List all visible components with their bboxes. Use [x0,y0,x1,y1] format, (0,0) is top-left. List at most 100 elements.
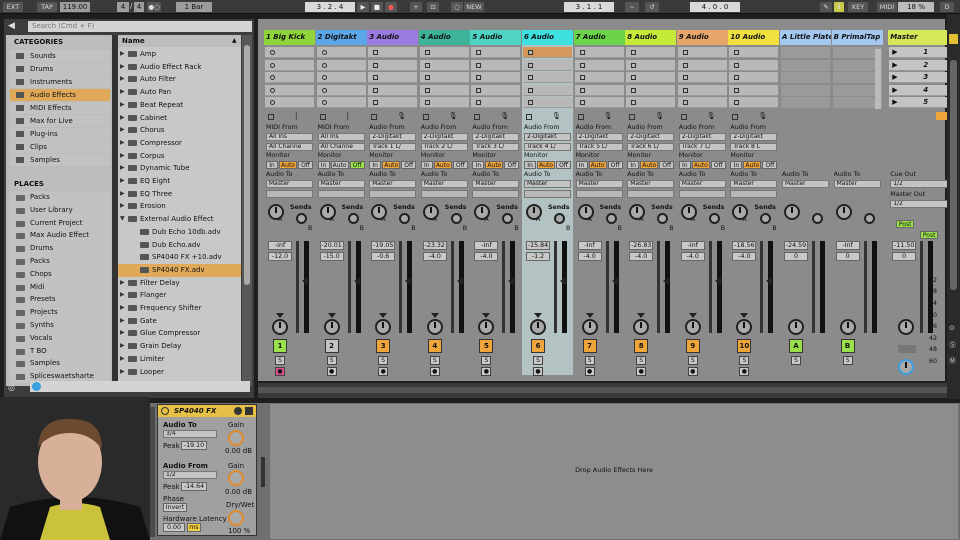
clip-slot[interactable] [729,97,779,109]
clip-slot-record-icon[interactable] [270,75,275,81]
ext-sync-button[interactable]: EXT [3,2,23,12]
gain-knob-2[interactable] [228,470,244,486]
input-type-dropdown[interactable]: 2-Digitakt [472,133,520,141]
place-item[interactable]: Max Audio Effect [10,229,110,243]
stop-icon[interactable]: ■ [371,2,383,12]
expand-arrow-icon[interactable]: ▶ [120,188,125,201]
audio-from-dropdown[interactable]: 1/2 [163,471,217,479]
monitor-auto-button[interactable]: Auto [691,161,710,169]
pan-knob[interactable] [684,319,701,335]
preview-bar[interactable] [30,381,250,392]
input-channel-dropdown[interactable]: All Channe [317,143,365,151]
input-type-dropdown[interactable]: 2-Digitakt [369,133,417,141]
track-activator-button[interactable]: 1 [273,339,287,353]
monitor-in-button[interactable]: In [575,161,588,169]
browser-item[interactable]: ▶ Compressor [118,137,241,150]
clip-slot[interactable] [471,59,521,71]
monitor-off-button[interactable]: Off [710,161,726,169]
scene-launch[interactable]: ▶ 1 [889,47,952,58]
send-a-post-button[interactable]: Post [896,220,915,228]
sort-icon[interactable]: ▲ [232,37,237,44]
input-channel-dropdown[interactable]: Track 2 L/ [420,143,468,151]
output-dropdown[interactable]: Master [627,180,675,188]
browser-item[interactable]: ▶ Grain Delay [118,340,241,353]
clip-slot[interactable] [574,97,624,109]
drywet-knob[interactable] [228,510,244,526]
expand-arrow-icon[interactable]: ▶ [120,302,125,315]
arm-record-button[interactable]: ● [584,367,595,376]
master-out-dropdown[interactable]: 1/2 [890,200,951,208]
record-icon[interactable]: ● [385,2,397,12]
pan-value[interactable]: -4.0 [474,252,499,261]
horizontal-scrollbar[interactable] [258,387,947,393]
clip-slot[interactable] [677,72,727,84]
pan-knob[interactable] [788,319,804,335]
clip-slot-stop-icon[interactable] [424,87,430,93]
clip-slot-stop-icon[interactable] [631,75,637,81]
device-fold-icon[interactable] [245,407,253,415]
input-channel-dropdown[interactable]: Track 4 L/ [524,143,571,151]
clip-slot[interactable] [316,59,366,71]
category-item[interactable]: MIDI Effects [10,102,110,114]
expand-arrow-icon[interactable]: ▶ [120,315,125,328]
volume-value[interactable]: -15.84 [526,241,550,250]
master-pan-value[interactable]: 0 [892,252,917,261]
browser-item[interactable]: ▶ EQ Three [118,188,241,201]
place-item[interactable]: Packs [10,191,110,204]
track-activator-button[interactable]: 6 [531,339,545,353]
clip-slot-stop-icon[interactable] [476,50,482,55]
clip-slot-stop-icon[interactable] [682,50,688,55]
clip-slot[interactable] [368,59,418,71]
solo-button[interactable]: S [378,356,389,365]
pan-knob[interactable] [736,319,753,335]
clip-slot-stop-icon[interactable] [631,100,637,106]
device-save-icon[interactable] [234,407,242,415]
track-header[interactable]: 10 Audio [728,30,780,45]
output-sub-dropdown[interactable] [369,190,417,198]
clip-slot-stop-icon[interactable] [476,75,482,81]
clip-slot-stop-icon[interactable] [734,50,740,55]
track-header[interactable]: 3 Audio [367,30,419,45]
output-dropdown[interactable]: Master [369,180,417,188]
volume-fader-icon[interactable] [302,277,308,285]
volume-fader-icon[interactable] [560,277,566,285]
output-dropdown[interactable]: Master [472,180,520,188]
output-dropdown[interactable]: Master [678,180,726,188]
output-dropdown[interactable]: Master [730,180,778,188]
clip-slot[interactable] [677,59,727,71]
track-stop-button[interactable] [680,114,687,120]
expand-arrow-icon[interactable]: ▶ [120,277,125,290]
monitor-off-button[interactable]: Off [349,161,365,169]
monitor-auto-button[interactable]: Auto [640,161,659,169]
device-power-icon[interactable] [161,407,169,415]
clip-slot[interactable] [523,47,572,58]
expand-arrow-icon[interactable]: ▶ [120,137,125,150]
clip-slot-stop-icon[interactable] [373,62,379,68]
clip-slot-stop-icon[interactable] [579,75,585,81]
clip-slot-stop-icon[interactable] [424,100,430,106]
clip-slot-stop-icon[interactable] [424,75,430,81]
send-b-post-button[interactable]: Post [920,231,939,239]
arm-record-button[interactable]: ● [533,367,543,376]
name-column-header[interactable]: Name [118,35,241,47]
track-header[interactable]: 1 Big Kick [264,30,315,45]
expand-arrow-icon[interactable]: ▼ [120,213,125,226]
expand-arrow-icon[interactable]: ▶ [120,162,125,175]
input-type-dropdown[interactable]: All Ins [266,133,313,141]
session-scrollbar[interactable] [950,60,957,290]
arm-mic-icon[interactable]: 🎙 [449,112,458,120]
category-item[interactable]: Instruments [10,76,110,88]
clip-slot[interactable] [419,84,469,96]
expand-arrow-icon[interactable]: ▶ [120,48,125,61]
track-activator-button[interactable]: A [789,339,803,353]
track-stop-button[interactable] [577,114,584,120]
clip-slot[interactable] [265,97,314,109]
input-type-dropdown[interactable]: 2-Digitakt [627,133,675,141]
pan-value[interactable]: -1.2 [526,252,550,261]
pan-value[interactable]: -4.0 [629,252,654,261]
clip-slot-stop-icon[interactable] [424,50,430,55]
clip-slot[interactable] [523,59,572,71]
arm-mic-icon[interactable]: 🎙 [604,112,613,120]
solo-button[interactable]: S [481,356,492,365]
browser-item[interactable]: ▶ Looper [118,366,241,379]
